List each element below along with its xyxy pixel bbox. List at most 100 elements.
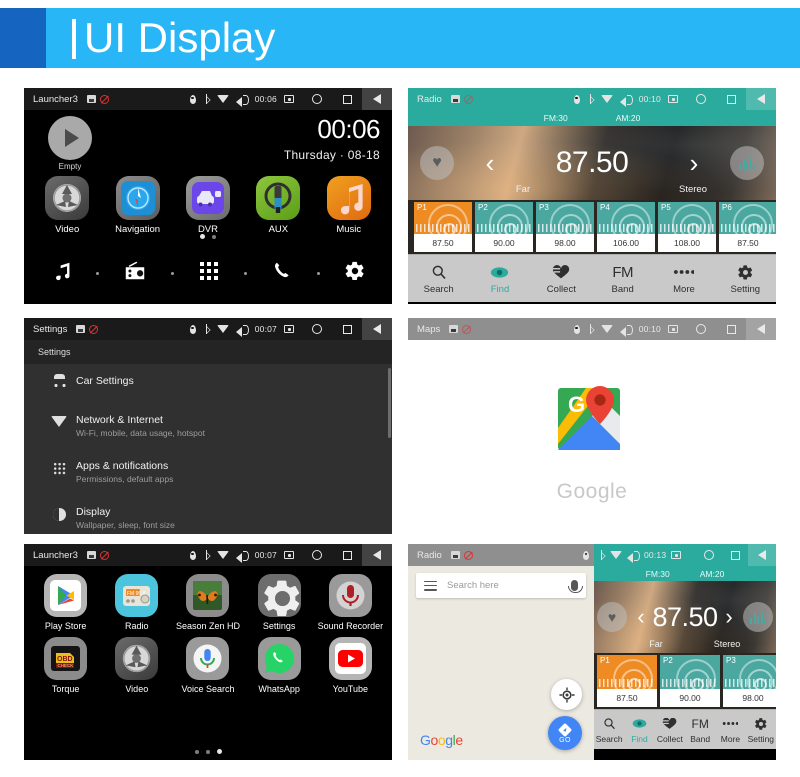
scrollbar-thumb[interactable] bbox=[388, 368, 391, 438]
home-button[interactable] bbox=[686, 88, 716, 110]
back-button[interactable] bbox=[746, 88, 776, 110]
drawer-app-youtube[interactable]: YouTube bbox=[317, 637, 383, 694]
radio-tool-collect[interactable]: Collect bbox=[655, 716, 685, 744]
dock-radio-icon[interactable] bbox=[123, 260, 147, 287]
radio-tool-more[interactable]: More bbox=[715, 716, 745, 744]
equalizer-button[interactable] bbox=[743, 602, 773, 632]
radio-preset-item[interactable]: P1 87.50 bbox=[414, 202, 472, 252]
drawer-app-voice-search[interactable]: Voice Search bbox=[175, 637, 241, 694]
radio-tool-search[interactable]: Search bbox=[408, 263, 469, 295]
page-dot[interactable] bbox=[205, 749, 210, 754]
home-button[interactable] bbox=[302, 318, 332, 340]
home-app-aux[interactable]: AUX bbox=[246, 176, 310, 235]
radio-preset-item[interactable]: P3 98.00 bbox=[536, 202, 594, 252]
drawer-app-radio[interactable]: FM 96.8 Radio bbox=[104, 574, 170, 631]
radio-tool-setting[interactable]: Setting bbox=[715, 263, 776, 295]
radio-tool-more[interactable]: More bbox=[653, 263, 714, 295]
recents-button[interactable] bbox=[332, 318, 362, 340]
home-app-dvr[interactable]: DVR bbox=[176, 176, 240, 235]
equalizer-button[interactable] bbox=[730, 146, 764, 180]
home-page-indicator bbox=[24, 234, 392, 239]
dock-app-grid-icon[interactable] bbox=[198, 260, 220, 287]
maps-search-bar[interactable]: Search here bbox=[416, 573, 586, 598]
hamburger-icon[interactable] bbox=[424, 580, 437, 591]
radio-preset-list[interactable]: P1 87.50 P2 90.00 P3 98.00 P4 106.00 P5 … bbox=[408, 200, 776, 254]
home-app-video[interactable]: Video bbox=[35, 176, 99, 235]
back-button[interactable] bbox=[748, 544, 776, 566]
radio-tool-collect[interactable]: Collect bbox=[531, 263, 592, 295]
home-app-music[interactable]: Music bbox=[317, 176, 381, 235]
home-button[interactable] bbox=[302, 88, 332, 110]
dock-phone-icon[interactable] bbox=[271, 260, 293, 287]
butterfly-wallpaper-icon bbox=[186, 574, 230, 617]
recents-button[interactable] bbox=[332, 88, 362, 110]
dock-settings-gear-icon[interactable] bbox=[344, 260, 366, 287]
settings-item-display[interactable]: Display Wallpaper, sleep, font size bbox=[24, 495, 392, 534]
preset-slot: P1 bbox=[600, 656, 610, 665]
screenshot-icon[interactable] bbox=[668, 95, 678, 103]
drawer-app-whatsapp[interactable]: WhatsApp bbox=[246, 637, 312, 694]
radio-preset-list[interactable]: P1 87.50 P2 90.00 P3 98.00 bbox=[594, 653, 776, 709]
next-station-button[interactable]: › bbox=[690, 148, 699, 178]
back-button[interactable] bbox=[362, 88, 392, 110]
radio-preset-item[interactable]: P6 87.50 bbox=[719, 202, 776, 252]
app-label: Radio bbox=[125, 621, 149, 631]
radio-tool-band[interactable]: FM Band bbox=[685, 716, 715, 744]
prev-station-button[interactable]: ‹ bbox=[486, 148, 495, 178]
radio-tool-search[interactable]: Search bbox=[594, 716, 624, 744]
home-button[interactable] bbox=[686, 318, 716, 340]
prev-station-button[interactable]: ‹ bbox=[637, 604, 644, 629]
recents-button[interactable] bbox=[716, 88, 746, 110]
screenshot-icon[interactable] bbox=[284, 325, 294, 333]
home-app-navigation[interactable]: Navigation bbox=[106, 176, 170, 235]
radio-preset-item[interactable]: P2 90.00 bbox=[475, 202, 533, 252]
drawer-app-season-zen-hd[interactable]: Season Zen HD bbox=[175, 574, 241, 631]
back-button[interactable] bbox=[362, 544, 392, 566]
recents-button[interactable] bbox=[716, 318, 746, 340]
home-button[interactable] bbox=[696, 544, 722, 566]
statusbar: Launcher3 00:06 bbox=[24, 88, 392, 110]
radio-preset-item[interactable]: P3 98.00 bbox=[723, 655, 776, 707]
page-dot[interactable] bbox=[194, 749, 199, 754]
favorite-button[interactable]: ♥ bbox=[597, 602, 627, 632]
radio-preset-item[interactable]: P1 87.50 bbox=[597, 655, 657, 707]
recents-button[interactable] bbox=[722, 544, 748, 566]
screenshot-icon[interactable] bbox=[284, 551, 294, 559]
volume-icon bbox=[235, 94, 249, 107]
settings-item-network[interactable]: Network & Internet Wi-Fi, mobile, data u… bbox=[24, 403, 392, 449]
microphone-icon bbox=[328, 574, 372, 617]
settings-item-apps[interactable]: Apps & notifications Permissions, defaul… bbox=[24, 449, 392, 495]
drawer-app-settings[interactable]: Settings bbox=[246, 574, 312, 631]
next-station-button[interactable]: › bbox=[725, 604, 732, 629]
drawer-app-sound-recorder[interactable]: Sound Recorder bbox=[317, 574, 383, 631]
radio-preset-item[interactable]: P2 90.00 bbox=[660, 655, 720, 707]
maps-search-input[interactable]: Search here bbox=[447, 580, 499, 591]
screenshot-icon[interactable] bbox=[671, 551, 682, 559]
radio-frequency: 87.50 bbox=[555, 146, 629, 179]
drawer-app-torque[interactable]: OBD CHECK Torque bbox=[33, 637, 99, 694]
page-dot[interactable] bbox=[212, 234, 216, 239]
radio-tool-find[interactable]: Find bbox=[469, 263, 530, 295]
my-location-button[interactable] bbox=[551, 679, 582, 710]
screenshot-icon[interactable] bbox=[668, 325, 678, 333]
page-dot-active[interactable] bbox=[200, 234, 205, 239]
empty-widget-slot[interactable]: Empty bbox=[44, 116, 96, 171]
page-dot-active[interactable] bbox=[216, 749, 222, 754]
radio-tool-find[interactable]: Find bbox=[624, 716, 654, 744]
back-button[interactable] bbox=[746, 318, 776, 340]
home-button[interactable] bbox=[302, 544, 332, 566]
microphone-icon[interactable] bbox=[568, 580, 583, 593]
back-button[interactable] bbox=[362, 318, 392, 340]
favorite-button[interactable]: ♥ bbox=[420, 146, 454, 180]
radio-preset-item[interactable]: P5 108.00 bbox=[658, 202, 716, 252]
radio-tool-band[interactable]: FM Band bbox=[592, 263, 653, 295]
drawer-app-video[interactable]: Video bbox=[104, 637, 170, 694]
dock-music-icon[interactable] bbox=[50, 260, 72, 287]
recents-button[interactable] bbox=[332, 544, 362, 566]
radio-preset-item[interactable]: P4 106.00 bbox=[597, 202, 655, 252]
drawer-app-play-store[interactable]: Play Store bbox=[33, 574, 99, 631]
settings-item-car-settings[interactable]: Car Settings bbox=[24, 364, 392, 403]
go-navigate-button[interactable]: GO bbox=[548, 716, 582, 750]
screenshot-icon[interactable] bbox=[284, 95, 294, 103]
radio-tool-setting[interactable]: Setting bbox=[746, 716, 776, 744]
